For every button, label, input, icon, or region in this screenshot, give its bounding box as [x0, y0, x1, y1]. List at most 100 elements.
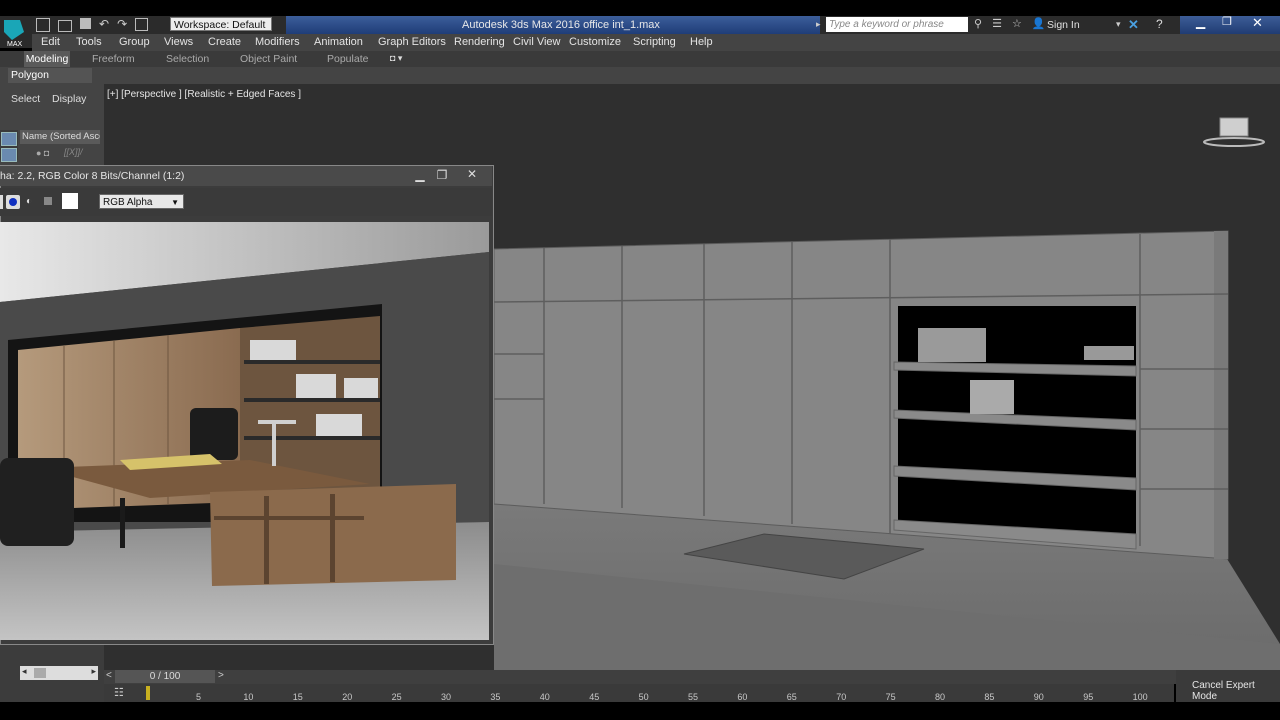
- visibility-icon[interactable]: ● ◘: [36, 148, 49, 158]
- name-column-header[interactable]: Name (Sorted Ascer: [20, 130, 100, 144]
- tab-selection[interactable]: Selection: [166, 53, 209, 65]
- visitor-chair: [0, 458, 74, 546]
- monochrome-icon[interactable]: [44, 197, 52, 205]
- ribbon-options-icon[interactable]: ◘ ▾: [390, 53, 402, 64]
- book-group-2: [970, 380, 1014, 414]
- color-swatch[interactable]: [62, 193, 78, 209]
- tab-populate[interactable]: Populate: [327, 53, 368, 65]
- track-filter-icon[interactable]: ☷: [114, 686, 124, 699]
- scroll-left-icon[interactable]: ◂: [22, 666, 27, 677]
- timeline-tick-label: 30: [441, 692, 452, 702]
- frame-minimize-icon[interactable]: ▁: [412, 168, 428, 182]
- shelf-object: [1084, 346, 1134, 360]
- frame-maximize-icon[interactable]: ❐: [434, 168, 450, 182]
- menu-help[interactable]: Help: [690, 36, 713, 48]
- subscription-icon[interactable]: ☰: [992, 17, 1002, 30]
- chevron-down-icon: ▼: [171, 198, 179, 207]
- user-icon[interactable]: 👤: [1032, 17, 1046, 30]
- office-render: [0, 222, 489, 640]
- timeline-tick-label: 90: [1033, 692, 1044, 702]
- binoculars-icon[interactable]: ⚲: [974, 17, 982, 30]
- polygon-modeling-panel[interactable]: Polygon Modeling: [8, 68, 92, 96]
- prev-frame-icon[interactable]: <: [106, 670, 112, 681]
- chevron-down-icon[interactable]: ▾: [1116, 19, 1121, 30]
- menu-edit[interactable]: Edit: [41, 36, 60, 48]
- menu-modifiers[interactable]: Modifiers: [255, 36, 300, 48]
- search-arrow-icon[interactable]: ▸: [816, 19, 821, 30]
- time-slider[interactable]: 0 / 100: [115, 670, 215, 683]
- scene-tab-select[interactable]: Select: [11, 93, 40, 105]
- menu-customize[interactable]: Customize: [569, 36, 621, 48]
- undo-icon[interactable]: ↶: [99, 18, 109, 32]
- sign-in-link[interactable]: Sign In: [1047, 19, 1080, 31]
- scene-scrollbar[interactable]: ◂ ▸: [20, 666, 98, 680]
- app-logo[interactable]: MAX: [0, 16, 32, 48]
- quick-access-toolbar: ↶ ↷: [36, 18, 149, 32]
- viewcube-icon: [1203, 117, 1265, 147]
- cancel-expert-mode-button[interactable]: Cancel Expert Mode: [1192, 680, 1280, 702]
- redo-icon[interactable]: ↷: [117, 18, 127, 32]
- display-geometry-icon[interactable]: [1, 148, 17, 162]
- menu-rendering[interactable]: Rendering: [454, 36, 505, 48]
- maximize-icon[interactable]: ❐: [1222, 15, 1232, 28]
- timeline-tick-label: 40: [539, 692, 550, 702]
- save-file-icon[interactable]: [80, 18, 91, 29]
- menu-graph-editors[interactable]: Graph Editors: [378, 36, 446, 48]
- blue-channel-button[interactable]: [6, 195, 20, 209]
- viewport-label[interactable]: [+] [Perspective ] [Realistic + Edged Fa…: [107, 89, 301, 100]
- timeline-tick-label: 100: [1132, 692, 1148, 702]
- star-icon[interactable]: ☆: [1012, 17, 1022, 30]
- scene-tab-display[interactable]: Display: [52, 93, 86, 105]
- menu-civil-view[interactable]: Civil View: [513, 36, 560, 48]
- search-input[interactable]: Type a keyword or phrase: [826, 17, 968, 32]
- book-group-1: [918, 328, 986, 362]
- menu-animation[interactable]: Animation: [314, 36, 363, 48]
- office-chair: [190, 408, 238, 460]
- timeline-tick-label: 35: [490, 692, 501, 702]
- workspace-dropdown[interactable]: Workspace: Default: [170, 17, 272, 31]
- menu-scripting[interactable]: Scripting: [633, 36, 676, 48]
- timeline-tick-label: 70: [836, 692, 847, 702]
- new-file-icon[interactable]: [36, 18, 50, 32]
- close-icon[interactable]: ✕: [1252, 15, 1263, 31]
- scroll-right-icon[interactable]: ▸: [91, 666, 96, 677]
- frame-window-title: ha: 2.2, RGB Color 8 Bits/Channel (1:2): [0, 170, 185, 182]
- next-frame-icon[interactable]: >: [218, 670, 224, 681]
- channel-select-value: RGB Alpha: [103, 197, 153, 208]
- tab-modeling[interactable]: Modeling: [24, 51, 70, 67]
- project-icon[interactable]: [135, 18, 149, 31]
- ribbon-panel-bar: [0, 67, 1280, 84]
- menu-tools[interactable]: Tools: [76, 36, 102, 48]
- alpha-channel-icon[interactable]: ◐: [26, 196, 32, 207]
- help-icon[interactable]: ?: [1156, 17, 1163, 31]
- infocenter-icons: ⚲ ☰ ☆ 👤: [974, 17, 1046, 30]
- frame-close-icon[interactable]: ✕: [464, 167, 480, 181]
- app-title: Autodesk 3ds Max 2016 office int_1.max: [462, 19, 660, 31]
- timeline-tick-label: 20: [342, 692, 353, 702]
- exchange-icon[interactable]: ✕: [1128, 17, 1139, 33]
- minimize-icon[interactable]: ▁: [1196, 15, 1205, 29]
- current-frame-marker: [146, 686, 150, 700]
- top-black-strip: [0, 0, 1280, 16]
- max-logo-icon: MAX: [4, 20, 24, 48]
- open-file-icon[interactable]: [58, 20, 72, 32]
- timeline-tick-label: 25: [391, 692, 402, 702]
- timeline-tick-label: 75: [885, 692, 896, 702]
- timeline-tick-label: 60: [737, 692, 748, 702]
- tab-object-paint[interactable]: Object Paint: [240, 53, 297, 65]
- scroll-thumb[interactable]: [34, 668, 46, 678]
- menu-group[interactable]: Group: [119, 36, 150, 48]
- timeline-tick-label: 80: [935, 692, 946, 702]
- red-channel-icon[interactable]: [0, 195, 3, 209]
- menu-views[interactable]: Views: [164, 36, 193, 48]
- timeline-tick-label: 65: [786, 692, 797, 702]
- timeline-tick-label: 95: [1083, 692, 1094, 702]
- timeline-tick-label: 5: [196, 692, 202, 702]
- channel-select[interactable]: RGB Alpha ▼: [99, 194, 184, 209]
- menu-create[interactable]: Create: [208, 36, 241, 48]
- scene-item[interactable]: [[X]]/: [64, 147, 83, 157]
- tab-freeform[interactable]: Freeform: [92, 53, 135, 65]
- timeline-tick-label: 45: [589, 692, 600, 702]
- timeline-tick-label: 10: [243, 692, 254, 702]
- display-all-icon[interactable]: [1, 132, 17, 146]
